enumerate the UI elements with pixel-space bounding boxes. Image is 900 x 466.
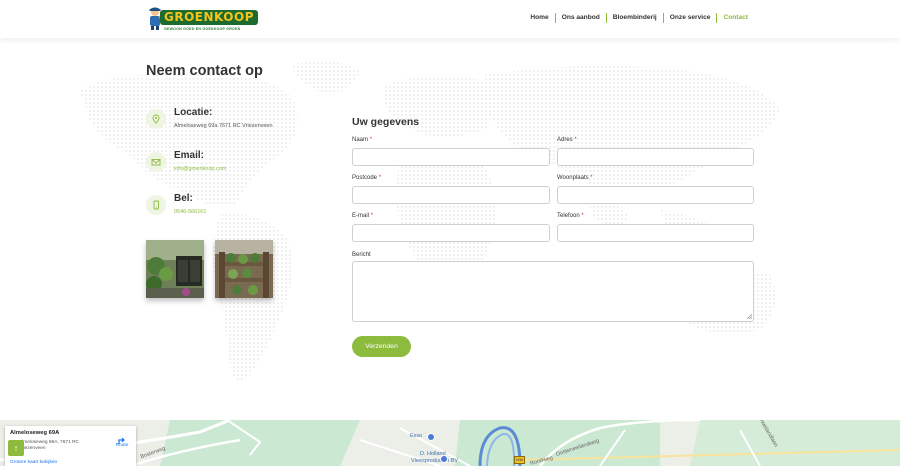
contact-phone: Bel: 0546-566161 [146, 193, 326, 229]
poi-esso-icon[interactable] [427, 433, 435, 441]
poi-holland-icon[interactable] [440, 455, 448, 463]
contact-email: Email: info@groenkoop.com [146, 150, 326, 186]
phone-link[interactable]: 0546-566161 [174, 209, 206, 215]
map-place-title: Almeloseweg 69A [10, 430, 60, 436]
route-button[interactable]: Route [111, 432, 133, 452]
submit-button[interactable]: Verzenden [352, 336, 411, 357]
contact-location: Locatie: Almeloseweg 69a 7671 RC Vriezen… [146, 107, 326, 143]
groenkoop-logo[interactable]: GROENKOOP GEWOON GOED EN GOEDKOOP GROEN [146, 5, 258, 33]
label-email: E-mail * [352, 213, 374, 219]
nursery-photo-2[interactable] [215, 240, 273, 298]
label-woonplaats: Woonplaats * [557, 175, 593, 181]
phone-icon [146, 195, 166, 215]
site-header: GROENKOOP GEWOON GOED EN GOEDKOOP GROEN … [0, 0, 900, 38]
location-pin-icon [146, 109, 166, 129]
google-map-embed[interactable]: Esso D. Holland Vleesproducten BV N36 Oo… [0, 420, 900, 466]
road-shield: N36 [514, 456, 526, 464]
nav-bloembinderij[interactable]: Bloembinderij [605, 13, 663, 23]
location-title: Locatie: [174, 107, 213, 118]
label-bericht: Bericht [352, 252, 371, 258]
postcode-input[interactable] [352, 186, 550, 204]
map-place-card: Almeloseweg 69A Almeloseweg 69A, 7671 RC… [5, 426, 136, 466]
nav-ons-aanbod[interactable]: Ons aanbod [554, 13, 606, 23]
map-label-holland-2: Vleesproducten BV [411, 458, 459, 464]
phone-title: Bel: [174, 193, 193, 204]
email-input[interactable] [352, 224, 550, 242]
main-nav: Home Ons aanbod Bloembinderij Onze servi… [524, 13, 754, 23]
nav-onze-service[interactable]: Onze service [662, 13, 717, 23]
logo-wordmark: GROENKOOP [160, 10, 258, 25]
page-title: Neem contact op [146, 63, 263, 79]
telefoon-input[interactable] [557, 224, 754, 242]
email-title: Email: [174, 150, 205, 161]
route-label: Route [115, 443, 129, 448]
label-telefoon: Telefoon * [557, 213, 584, 219]
nav-home[interactable]: Home [524, 13, 554, 23]
woonplaats-input[interactable] [557, 186, 754, 204]
location-address: Almeloseweg 69a 7671 RC Vriezenveen [174, 123, 273, 129]
map-place-address: Almeloseweg 69A, 7671 RC Vriezenveen [19, 440, 79, 451]
label-naam: Naam * [352, 137, 373, 143]
adres-input[interactable] [557, 148, 754, 166]
map-directions-arrow-icon[interactable]: ↑ [8, 440, 24, 456]
envelope-icon [146, 152, 166, 172]
bericht-textarea[interactable] [352, 261, 754, 322]
map-label-esso: Esso [410, 433, 423, 439]
nav-contact[interactable]: Contact [716, 13, 754, 23]
larger-map-link[interactable]: Grotere kaart bekijken [10, 460, 57, 465]
label-postcode: Postcode * [352, 175, 382, 181]
resize-grip-icon[interactable] [746, 313, 752, 319]
logo-tagline: GEWOON GOED EN GOEDKOOP GROEN [164, 27, 241, 31]
label-adres: Adres * [557, 137, 577, 143]
naam-input[interactable] [352, 148, 550, 166]
form-title: Uw gegevens [352, 116, 420, 128]
nursery-photo-1[interactable] [146, 240, 204, 298]
email-link[interactable]: info@groenkoop.com [174, 166, 226, 172]
